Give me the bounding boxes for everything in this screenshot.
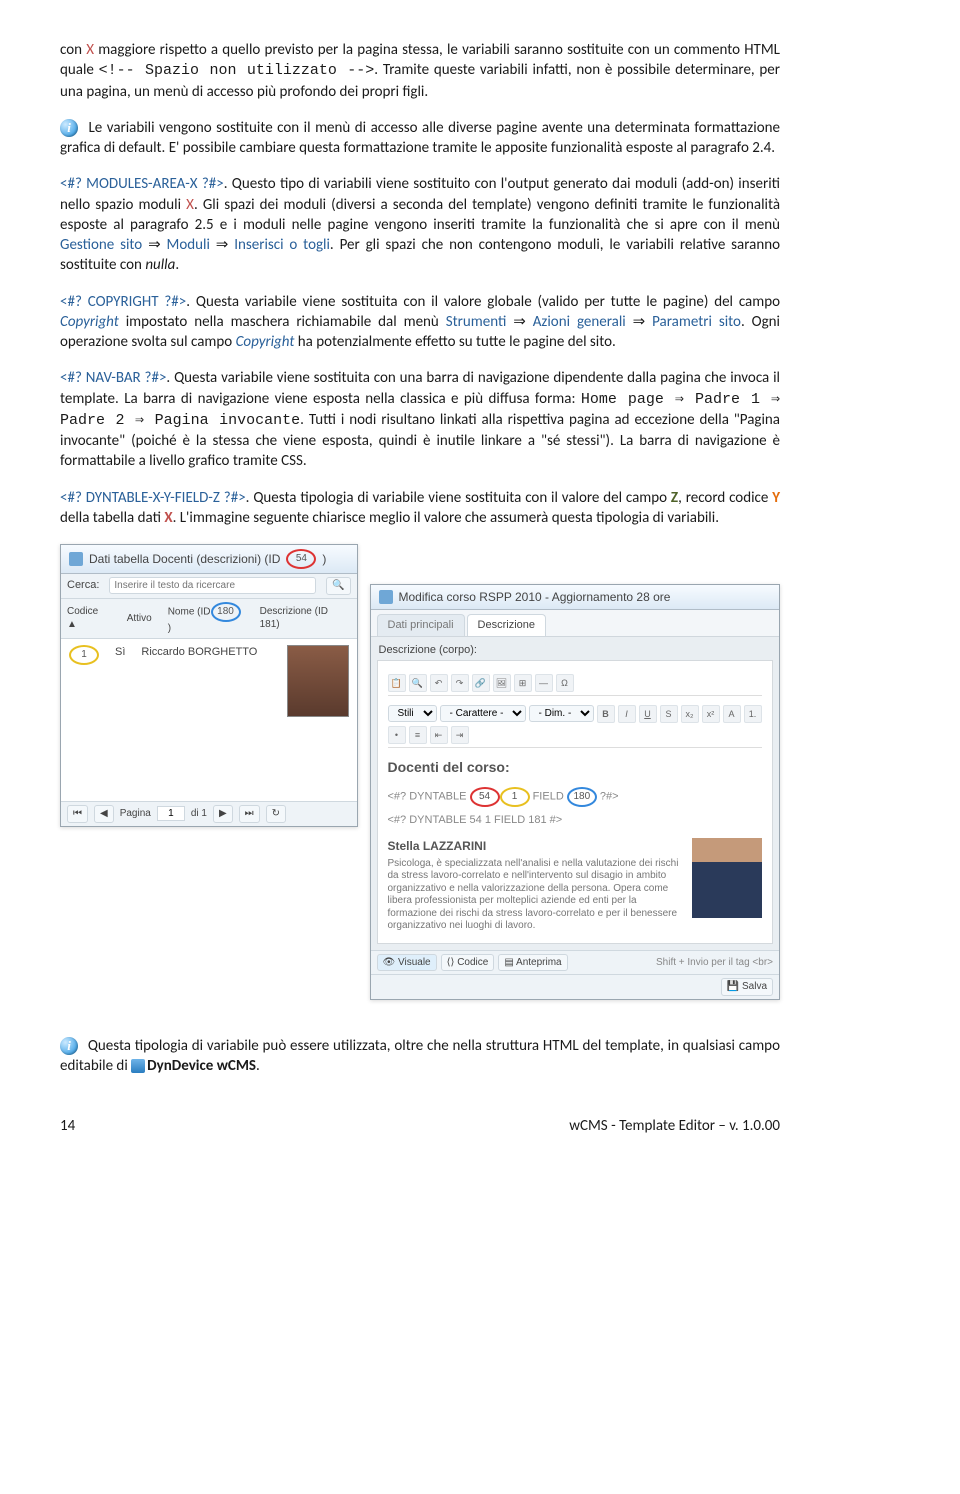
bold-icon[interactable]: B xyxy=(597,705,615,723)
sub-icon[interactable]: x₂ xyxy=(681,705,699,723)
view-anteprima-button[interactable]: ▤ Anteprima xyxy=(498,954,567,972)
font-select[interactable]: - Carattere - xyxy=(440,705,526,722)
align-icon[interactable]: ≡ xyxy=(409,726,427,744)
editor-hint: Shift + Invio per il tag <br> xyxy=(656,956,773,970)
strike-icon[interactable]: S xyxy=(660,705,678,723)
paragraph-7: Questa tipologia di variabile può essere… xyxy=(60,1036,780,1077)
view-codice-button[interactable]: ⟨⟩ Codice xyxy=(441,954,495,972)
tab-strip: Dati principali Descrizione xyxy=(371,610,780,637)
hr-icon[interactable]: ― xyxy=(535,674,553,692)
italic-icon[interactable]: I xyxy=(618,705,636,723)
id-circle-54: 54 xyxy=(286,549,316,569)
id-circle-1: 1 xyxy=(69,645,99,665)
avatar xyxy=(692,838,762,918)
table-icon[interactable]: ⊞ xyxy=(514,674,532,692)
paragraph-1: con X maggiore rispetto a quello previst… xyxy=(60,40,780,102)
table-header: Codice ▲ Attivo Nome (ID180) Descrizione… xyxy=(61,599,357,640)
paragraph-dyntable: <#? DYNTABLE-X-Y-FIELD-Z ?#>. Questa tip… xyxy=(60,488,780,529)
first-page-icon[interactable]: ⏮ xyxy=(67,805,88,823)
dyntable-tag-1: <#? DYNTABLE 541 FIELD 180 ?#> xyxy=(388,787,763,807)
info-icon xyxy=(60,1037,78,1055)
avatar xyxy=(287,645,349,717)
redo-icon[interactable]: ↷ xyxy=(451,674,469,692)
doc-title-footer: wCMS - Template Editor – v. 1.0.00 xyxy=(569,1116,780,1136)
undo-icon[interactable]: ↶ xyxy=(430,674,448,692)
screenshot-composite: Dati tabella Docenti (descrizioni) (ID 5… xyxy=(60,544,780,1000)
prev-page-icon[interactable]: ◀ xyxy=(94,805,114,823)
save-bar: 💾 Salva xyxy=(371,974,780,999)
save-button[interactable]: 💾 Salva xyxy=(721,978,773,996)
paragraph-modules-area: <#? MODULES-AREA-X ?#>. Questo tipo di v… xyxy=(60,174,780,275)
editor-toolbar: 📋 🔍 ↶ ↷ 🔗 🖼 ⊞ ― Ω xyxy=(388,671,763,696)
data-table-window: Dati tabella Docenti (descrizioni) (ID 5… xyxy=(60,544,358,827)
editor-heading: Docenti del corso: xyxy=(388,758,763,777)
dyntable-tag-2: <#? DYNTABLE 54 1 FIELD 181 #> xyxy=(388,813,763,828)
pagination-bar: ⏮ ◀ Pagina di 1 ▶ ⏭ ↻ xyxy=(61,801,357,826)
next-page-icon[interactable]: ▶ xyxy=(213,805,233,823)
edit-icon xyxy=(379,590,393,604)
sup-icon[interactable]: x² xyxy=(702,705,720,723)
search-icon[interactable]: 🔍 xyxy=(326,577,350,595)
list-ul-icon[interactable]: • xyxy=(388,726,406,744)
refresh-icon[interactable]: ↻ xyxy=(266,805,286,823)
editor-footer: 👁 Visuale ⟨⟩ Codice ▤ Anteprima Shift + … xyxy=(371,950,780,975)
page-input[interactable] xyxy=(157,806,185,821)
paragraph-navbar: <#? NAV-BAR ?#>. Questa variabile viene … xyxy=(60,368,780,471)
tab-dati-principali[interactable]: Dati principali xyxy=(377,614,465,636)
field-label: Descrizione (corpo): xyxy=(371,637,780,658)
editor-titlebar: Modifica corso RSPP 2010 - Aggiornamento… xyxy=(371,585,780,610)
window-titlebar: Dati tabella Docenti (descrizioni) (ID 5… xyxy=(61,545,357,574)
list-ol-icon[interactable]: 1. xyxy=(744,705,762,723)
paste-icon[interactable]: 📋 xyxy=(388,674,406,692)
page-number: 14 xyxy=(60,1116,75,1136)
dyndevice-icon xyxy=(131,1059,145,1073)
style-select[interactable]: Stili xyxy=(388,705,437,722)
id-circle-180: 180 xyxy=(211,602,241,622)
page-footer: 14 wCMS - Template Editor – v. 1.0.00 xyxy=(60,1116,780,1136)
window-icon xyxy=(69,552,83,566)
paragraph-2: Le variabili vengono sostituite con il m… xyxy=(60,118,780,159)
docente-name: Stella LAZZARINI xyxy=(388,838,683,854)
search-input[interactable] xyxy=(109,577,316,594)
find-icon[interactable]: 🔍 xyxy=(409,674,427,692)
editor-window: Modifica corso RSPP 2010 - Aggiornamento… xyxy=(370,584,781,1000)
search-toolbar: Cerca: 🔍 xyxy=(61,574,357,599)
outdent-icon[interactable]: ⇤ xyxy=(430,726,448,744)
docente-bio: Psicologa, è specializzata nell'analisi … xyxy=(388,858,683,933)
underline-icon[interactable]: U xyxy=(639,705,657,723)
color-icon[interactable]: A xyxy=(723,705,741,723)
char-icon[interactable]: Ω xyxy=(556,674,574,692)
editor-toolbar-2: Stili - Carattere - - Dim. - B I U S x₂ … xyxy=(388,702,763,748)
tab-descrizione[interactable]: Descrizione xyxy=(467,614,546,636)
paragraph-copyright: <#? COPYRIGHT ?#>. Questa variabile vien… xyxy=(60,292,780,353)
rich-text-editor[interactable]: 📋 🔍 ↶ ↷ 🔗 🖼 ⊞ ― Ω Stili - Carattere - - … xyxy=(377,660,774,944)
indent-icon[interactable]: ⇥ xyxy=(451,726,469,744)
link-icon[interactable]: 🔗 xyxy=(472,674,490,692)
view-visuale-button[interactable]: 👁 Visuale xyxy=(377,954,437,972)
size-select[interactable]: - Dim. - xyxy=(529,705,594,722)
last-page-icon[interactable]: ⏭ xyxy=(239,805,260,823)
info-icon xyxy=(60,119,78,137)
image-icon[interactable]: 🖼 xyxy=(493,674,511,692)
table-row[interactable]: 1 Sì Riccardo BORGHETTO xyxy=(61,639,357,801)
